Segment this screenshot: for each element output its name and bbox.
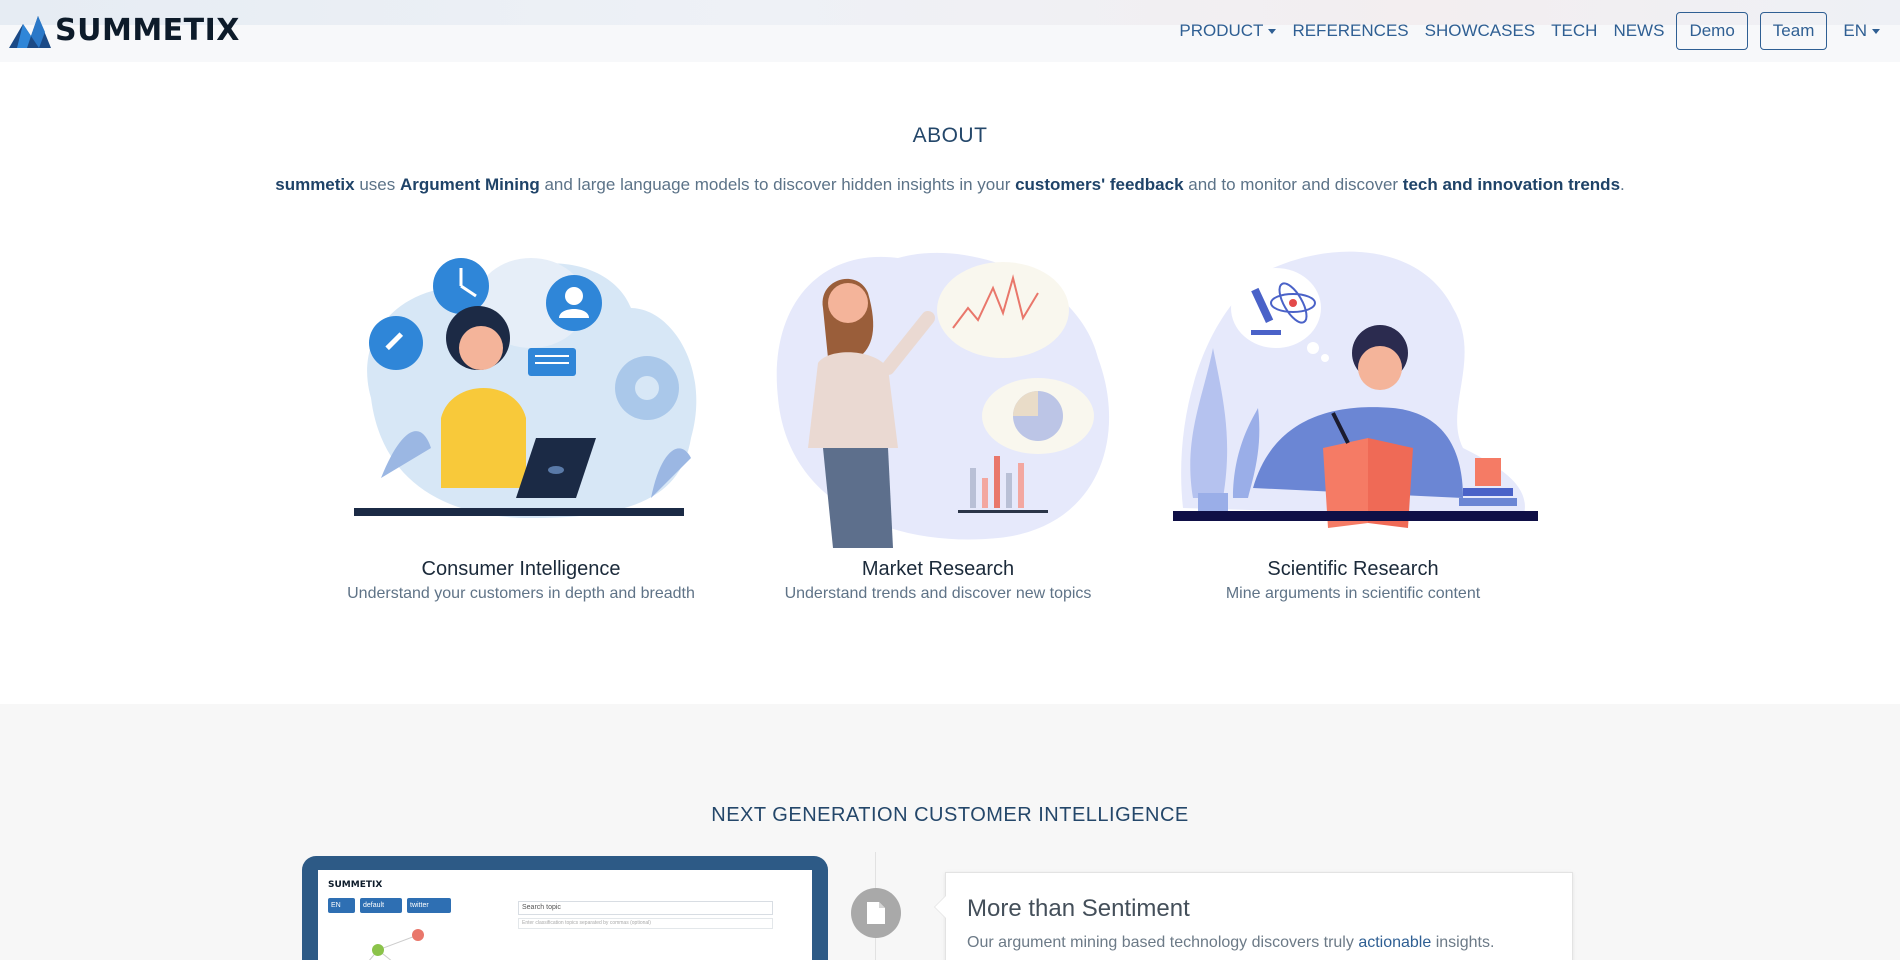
card-text: Our argument mining based technology dis… <box>967 934 1494 952</box>
feature-market-research: Market Research Understand trends and di… <box>748 248 1128 603</box>
about-text-customers-feedback: customers' feedback <box>1015 175 1184 194</box>
preview-graph <box>369 929 424 960</box>
timeline-document-badge <box>851 888 901 938</box>
nav-tech[interactable]: TECH <box>1551 21 1597 41</box>
mountain-logo-icon <box>9 16 51 48</box>
feature-consumer-intelligence: Consumer Intelligence Understand your cu… <box>331 248 711 603</box>
nav-news[interactable]: NEWS <box>1613 21 1664 41</box>
language-dropdown[interactable]: EN <box>1843 21 1880 41</box>
about-text-argument-mining: Argument Mining <box>399 175 540 194</box>
navbar: SUMMETIX PRODUCT REFERENCES SHOWCASES TE… <box>0 0 1900 62</box>
feature-subtitle: Understand your customers in depth and b… <box>347 585 695 602</box>
feature-subtitle: Understand trends and discover new topic… <box>784 585 1092 602</box>
chevron-down-icon <box>1268 28 1277 34</box>
preview-search-input: Search topic <box>518 901 773 915</box>
brand-logo[interactable]: SUMMETIX <box>9 11 240 51</box>
feature-title: Consumer Intelligence <box>421 558 621 580</box>
dashboard-preview-screen: SUMMETIX EN default twitter Search topic… <box>318 870 812 960</box>
preview-hint: Enter classification topics separated by… <box>518 918 773 929</box>
ngci-title: NEXT GENERATION CUSTOMER INTELLIGENCE <box>711 804 1189 826</box>
preview-model-select: default <box>360 898 402 913</box>
brand-name: SUMMETIX <box>55 13 240 48</box>
about-text-part: . <box>1620 175 1625 194</box>
card-text-part: insights. <box>1431 934 1495 951</box>
about-description: summetix uses Argument Mining and large … <box>0 175 1900 195</box>
about-text-part: and large language models to discover hi… <box>539 175 1016 194</box>
document-icon <box>867 902 885 924</box>
preview-logo: SUMMETIX <box>328 880 383 890</box>
nav-product-label: PRODUCT <box>1179 21 1264 40</box>
nav-showcases[interactable]: SHOWCASES <box>1425 21 1536 41</box>
about-text-part: uses <box>354 175 400 194</box>
feature-title: Scientific Research <box>1267 558 1439 580</box>
chevron-down-icon <box>1872 28 1880 34</box>
feature-subtitle: Mine arguments in scientific content <box>1225 585 1481 602</box>
about-text-part: and to monitor and discover <box>1183 175 1403 194</box>
scientific-research-illustration <box>1163 248 1543 548</box>
customer-support-illustration <box>331 248 711 548</box>
about-text-brand: summetix <box>275 175 355 194</box>
demo-button[interactable]: Demo <box>1676 12 1748 50</box>
feature-title: Market Research <box>861 558 1015 580</box>
dashboard-preview-laptop: SUMMETIX EN default twitter Search topic… <box>302 856 828 960</box>
card-text-highlight: actionable <box>1358 934 1432 951</box>
nav-product[interactable]: PRODUCT <box>1179 21 1277 41</box>
card-title: More than Sentiment <box>967 895 1190 922</box>
preview-source-select: twitter <box>407 898 451 913</box>
team-button[interactable]: Team <box>1759 12 1828 50</box>
nav-menu: PRODUCT REFERENCES SHOWCASES TECH NEWS D… <box>1163 12 1880 50</box>
feature-scientific-research: Scientific Research Mine arguments in sc… <box>1163 248 1543 603</box>
nav-references[interactable]: REFERENCES <box>1292 21 1408 41</box>
language-label: EN <box>1843 21 1867 40</box>
about-text-trends: tech and innovation trends <box>1402 175 1621 194</box>
market-research-illustration <box>748 248 1128 548</box>
card-text-part: Our argument mining based technology dis… <box>967 934 1359 951</box>
feature-card-more-than-sentiment: More than Sentiment Our argument mining … <box>934 872 1573 960</box>
about-title: ABOUT <box>912 124 988 147</box>
preview-language-select: EN <box>328 898 355 913</box>
